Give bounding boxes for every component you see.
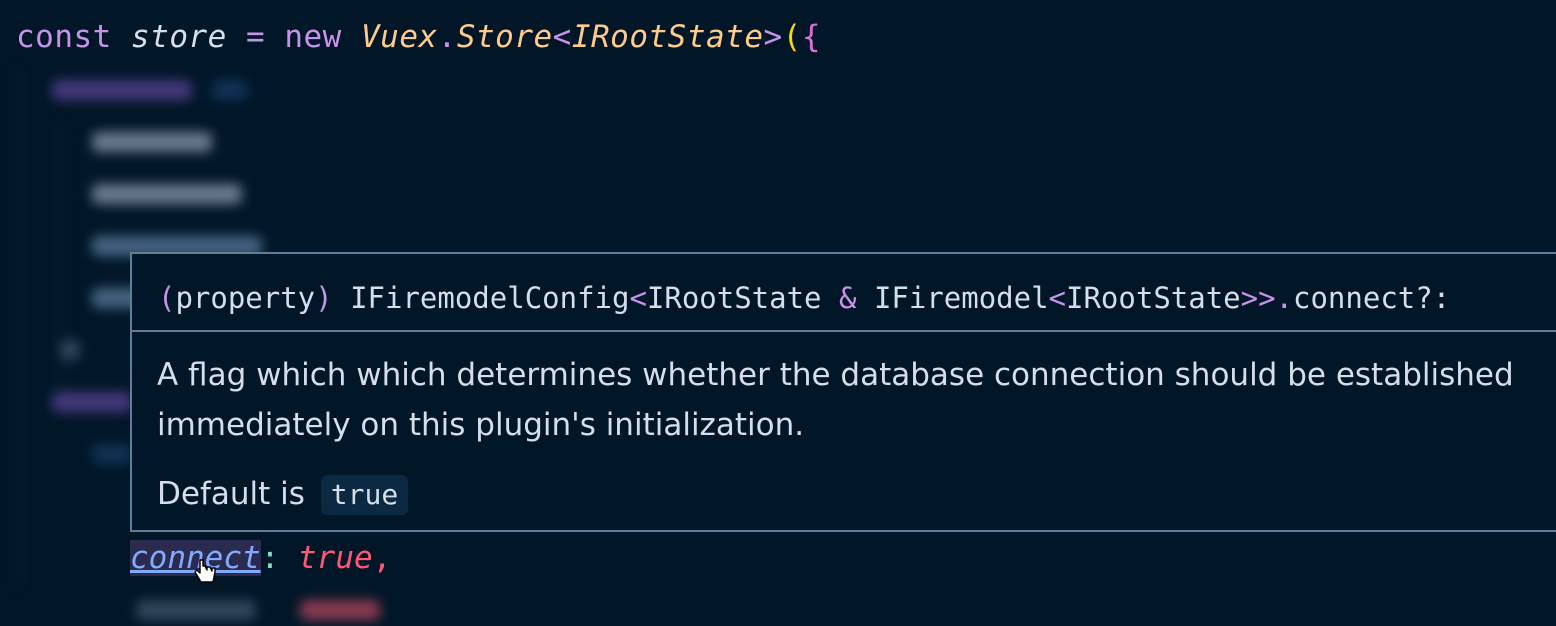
identifier-store: store [131,19,227,55]
sig-kind: property [175,281,316,315]
type-irootstate: IRootState [571,19,764,55]
angle-open: < [552,19,572,55]
paren-open: ( [782,19,802,55]
colon: : [260,540,280,576]
dot-operator: . [437,19,457,55]
identifier-vuex: Vuex [361,19,438,55]
sig-angle-open: < [629,281,647,315]
indent-guide [16,66,18,586]
sig-type-rootstate-2: IRootState [1066,281,1241,315]
sig-type-rootstate: IRootState [646,281,822,315]
operator-equals: = [246,19,266,55]
blurred-code-token [300,600,380,620]
class-store: Store [456,19,553,55]
default-label: Default is [157,476,305,512]
sig-type-firemodel: IFiremodel [873,281,1049,315]
sig-close-paren: ) [315,281,333,315]
sig-ampersand: & [839,281,857,315]
blurred-code-token [52,80,192,100]
default-value-code: true [320,475,409,515]
blurred-code-token [92,184,242,204]
sig-type-config: IFiremodelConfig [350,281,630,315]
tooltip-default: Default is true [157,472,409,516]
hand-pointer-icon [194,559,216,583]
keyword-new: new [284,19,342,55]
blurred-code-token [136,600,256,620]
keyword-const: const [16,19,112,55]
blurred-code-token [60,340,80,360]
code-line-connect[interactable]: connect: true, [130,536,391,580]
sig-dot: . [1275,281,1294,315]
sig-member: connect?: [1293,281,1451,315]
blurred-code-token [52,392,132,412]
code-line-store-declaration[interactable]: const store = new Vuex.Store<IRootState>… [16,15,821,59]
brace-open: { [801,19,821,55]
blurred-code-token [212,80,248,100]
hover-tooltip[interactable]: (property) IFiremodelConfig<IRootState &… [130,252,1556,532]
sig-open-paren: ( [158,281,176,315]
comma: , [372,540,392,576]
sig-angle-close: >> [1240,281,1276,315]
tooltip-divider [132,330,1556,332]
blurred-code-token [92,132,212,152]
tooltip-signature: (property) IFiremodelConfig<IRootState &… [158,276,1450,320]
angle-close: > [763,19,783,55]
tooltip-description: A flag which which determines whether th… [157,357,1514,443]
value-true: true [298,540,373,576]
blurred-code-token [92,444,132,464]
sig-angle-open-2: < [1048,281,1067,315]
